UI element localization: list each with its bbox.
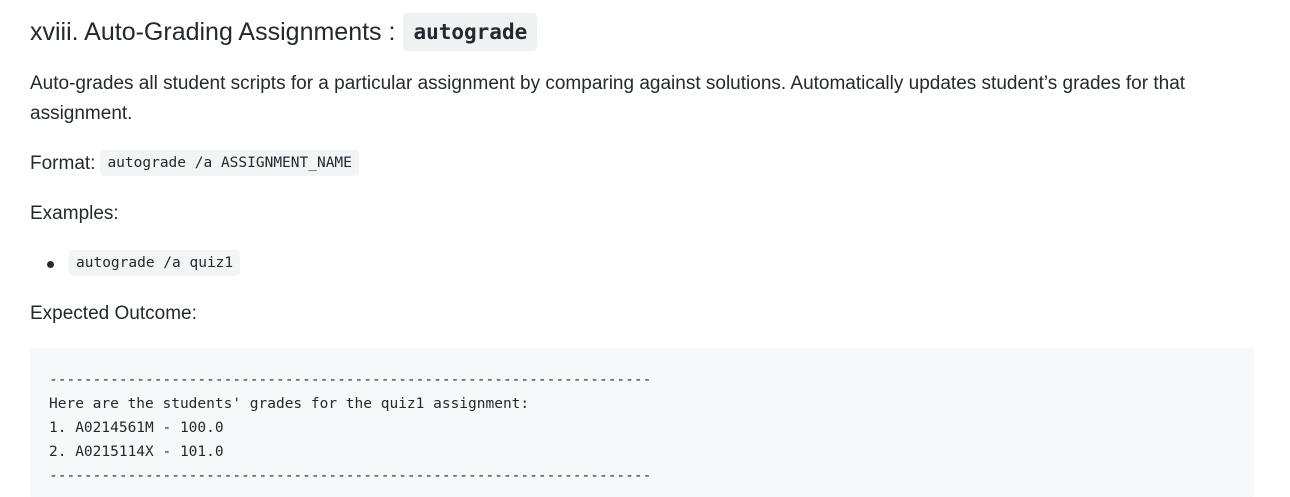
format-label: Format: (30, 153, 96, 174)
examples-label: Examples: (30, 203, 119, 224)
expected-outcome-code-block: ----------------------------------------… (30, 348, 1254, 497)
section-heading: xviii. Auto-Grading Assignments : autogra… (30, 13, 538, 51)
heading-text: xviii. Auto-Grading Assignments : (30, 18, 396, 46)
code-separator-line: ----------------------------------------… (49, 468, 652, 484)
code-output-line: 2. A0215114X - 101.0 (49, 444, 224, 460)
code-output-line: Here are the students' grades for the qu… (49, 396, 530, 412)
expected-outcome-label: Expected Outcome: (30, 303, 197, 324)
bullet-icon (47, 261, 54, 268)
example-code: autograde /a quiz1 (69, 250, 241, 276)
list-item: autograde /a quiz1 (30, 249, 241, 279)
heading-command-code: autograde (403, 13, 538, 51)
code-output-line: 1. A0214561M - 100.0 (49, 420, 224, 436)
code-separator-line: ----------------------------------------… (49, 372, 652, 388)
format-code: autograde /a ASSIGNMENT_NAME (100, 150, 359, 176)
examples-list: autograde /a quiz1 (30, 249, 241, 279)
code-block-content: ----------------------------------------… (49, 368, 651, 488)
format-line: Format: autograde /a ASSIGNMENT_NAME (30, 149, 359, 179)
section-description: Auto-grades all student scripts for a pa… (30, 73, 1186, 124)
